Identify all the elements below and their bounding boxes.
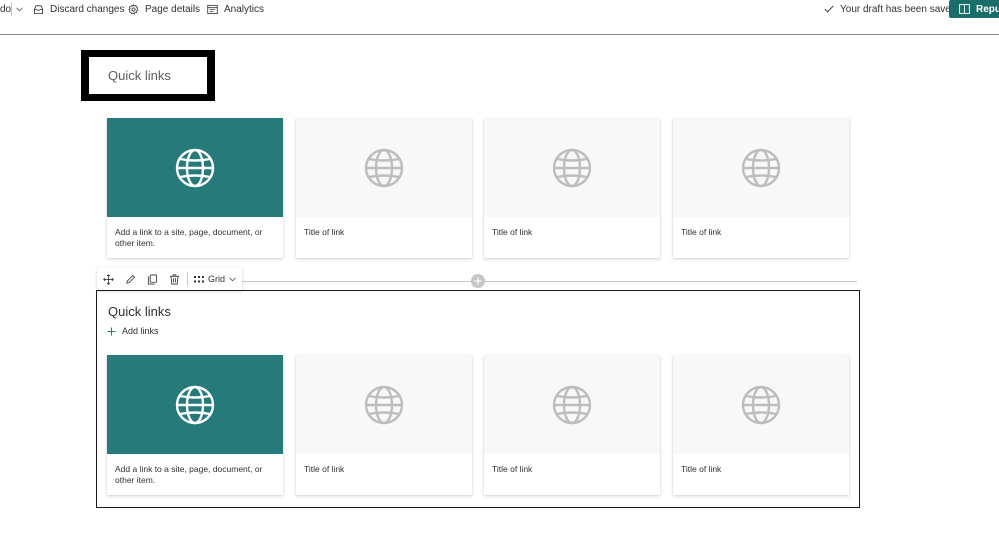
card-label: Title of link xyxy=(681,464,722,474)
separator xyxy=(11,2,12,16)
globe-icon xyxy=(552,148,592,188)
card-label: Title of link xyxy=(681,227,722,237)
card-label: Title of link xyxy=(304,464,345,474)
add-links-label: Add links xyxy=(122,326,159,336)
analytics-button[interactable]: Analytics xyxy=(207,0,264,18)
add-section-button[interactable] xyxy=(471,274,485,288)
plus-icon xyxy=(107,327,116,336)
layout-label: Grid xyxy=(208,274,226,284)
card-thumbnail xyxy=(296,118,472,217)
card-thumbnail xyxy=(296,355,472,454)
save-status-label: Your draft has been saved xyxy=(840,3,957,15)
quick-link-card[interactable]: Add a link to a site, page, document, or… xyxy=(107,355,283,495)
chevron-down-icon[interactable] xyxy=(14,3,24,15)
quick-link-card[interactable]: Title of link xyxy=(484,355,660,495)
add-links-button[interactable]: Add links xyxy=(107,326,159,336)
discard-icon xyxy=(33,4,44,15)
quick-link-card[interactable]: Title of link xyxy=(673,118,849,258)
globe-icon xyxy=(364,385,404,425)
analytics-icon xyxy=(207,4,218,15)
card-thumbnail xyxy=(484,118,660,217)
quick-links-title: Quick links xyxy=(108,68,171,83)
quick-link-card[interactable]: Title of link xyxy=(673,355,849,495)
quick-link-card[interactable]: Add a link to a site, page, document, or… xyxy=(107,118,283,258)
republish-button[interactable]: Repub xyxy=(949,0,999,18)
quick-link-card[interactable]: Title of link xyxy=(296,355,472,495)
page-details-button[interactable]: Page details xyxy=(128,0,200,18)
save-status: Your draft has been saved xyxy=(824,0,956,18)
grid-icon xyxy=(194,275,204,283)
globe-icon xyxy=(741,385,781,425)
edit-button[interactable] xyxy=(119,268,141,290)
card-thumbnail xyxy=(107,118,283,217)
page-details-label: Page details xyxy=(145,3,201,15)
globe-icon xyxy=(552,385,592,425)
globe-icon xyxy=(175,385,215,425)
checkmark-icon xyxy=(824,5,834,13)
book-icon xyxy=(959,4,970,14)
pencil-icon xyxy=(125,274,136,285)
move-icon xyxy=(102,273,114,285)
globe-icon xyxy=(741,148,781,188)
quick-links-title-field[interactable]: Quick links xyxy=(89,57,207,94)
webpart-toolbar: Grid xyxy=(97,268,242,290)
move-button[interactable] xyxy=(97,268,119,290)
card-label: Title of link xyxy=(492,464,533,474)
quick-link-card[interactable]: Title of link xyxy=(296,118,472,258)
analytics-label: Analytics xyxy=(224,3,265,15)
discard-changes-button[interactable]: Discard changes xyxy=(33,0,124,18)
undo-label: do xyxy=(0,3,12,15)
card-label: Add a link to a site, page, document, or… xyxy=(115,464,263,485)
card-thumbnail xyxy=(107,355,283,454)
trash-icon xyxy=(169,274,180,285)
title-highlight-box: Quick links xyxy=(81,50,215,101)
card-thumbnail xyxy=(673,355,849,454)
card-label: Title of link xyxy=(492,227,533,237)
section-divider xyxy=(240,281,857,282)
gear-icon xyxy=(128,3,139,15)
layout-dropdown[interactable]: Grid xyxy=(190,268,240,290)
republish-label: Repub xyxy=(976,3,999,15)
quick-link-card[interactable]: Title of link xyxy=(484,118,660,258)
discard-changes-label: Discard changes xyxy=(50,3,125,15)
duplicate-button[interactable] xyxy=(141,268,163,290)
toolbar-separator xyxy=(187,272,188,286)
delete-button[interactable] xyxy=(163,268,185,290)
undo-button[interactable]: do xyxy=(0,0,11,18)
card-thumbnail xyxy=(673,118,849,217)
chevron-down-icon xyxy=(229,276,236,282)
command-bar: do Discard changes Page details Analytic… xyxy=(0,0,999,35)
quick-links-title[interactable]: Quick links xyxy=(108,304,171,319)
card-label: Title of link xyxy=(304,227,345,237)
copy-icon xyxy=(147,274,158,285)
globe-icon xyxy=(364,148,404,188)
plus-icon xyxy=(474,277,482,285)
card-thumbnail xyxy=(484,355,660,454)
card-label: Add a link to a site, page, document, or… xyxy=(115,227,263,248)
globe-icon xyxy=(175,148,215,188)
